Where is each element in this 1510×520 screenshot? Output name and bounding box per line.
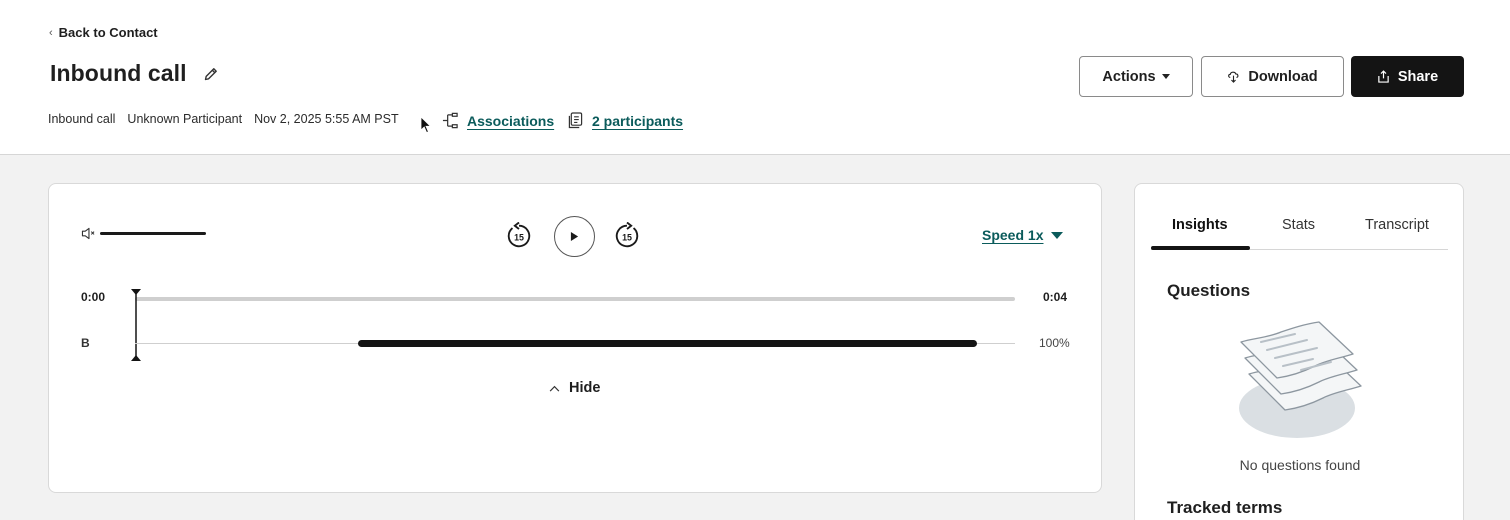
actions-label: Actions bbox=[1102, 68, 1156, 85]
rewind-seconds: 15 bbox=[514, 233, 524, 243]
participants-icon bbox=[568, 112, 583, 129]
associations-label: Associations bbox=[467, 112, 555, 129]
title-row: Inbound call bbox=[50, 60, 219, 87]
call-player: 15 15 Speed 1x 0:00 0:04 B 100% Hide bbox=[48, 183, 1102, 493]
share-button[interactable]: Share bbox=[1351, 56, 1464, 97]
participants-label: 2 participants bbox=[592, 112, 684, 129]
associations-link[interactable]: Associations bbox=[442, 112, 554, 129]
back-link-label: Back to Contact bbox=[58, 25, 158, 40]
time-end: 0:04 bbox=[1043, 290, 1068, 304]
share-icon bbox=[1378, 70, 1389, 83]
tab-transcript[interactable]: Transcript bbox=[1365, 217, 1429, 233]
speaker-label: B bbox=[81, 336, 90, 350]
chevron-up-icon bbox=[549, 385, 560, 392]
download-label: Download bbox=[1248, 68, 1318, 85]
back-to-contact-link[interactable]: ‹ Back to Contact bbox=[49, 25, 158, 40]
share-label: Share bbox=[1397, 68, 1439, 85]
call-datetime: Nov 2, 2025 5:55 AM PST bbox=[254, 112, 399, 126]
actions-button[interactable]: Actions bbox=[1079, 56, 1193, 97]
empty-state-text: No questions found bbox=[1239, 457, 1361, 473]
page-header: ‹ Back to Contact Inbound call Inbound c… bbox=[0, 0, 1510, 155]
progress-track[interactable] bbox=[135, 297, 1015, 301]
call-type: Inbound call bbox=[48, 112, 116, 126]
speed-dropdown[interactable]: Speed 1x bbox=[982, 227, 1064, 243]
tab-insights[interactable]: Insights bbox=[1172, 217, 1228, 233]
time-start: 0:00 bbox=[81, 290, 106, 304]
call-meta: Inbound call Unknown Participant Nov 2, … bbox=[48, 112, 411, 126]
insights-panel: Insights Stats Transcript Questions No q… bbox=[1134, 183, 1464, 520]
pencil-icon[interactable] bbox=[203, 66, 219, 82]
caret-down-icon bbox=[1161, 74, 1170, 79]
tab-stats[interactable]: Stats bbox=[1282, 217, 1315, 233]
rewind-15-icon[interactable]: 15 bbox=[505, 222, 533, 250]
speaker-volume-icon[interactable] bbox=[81, 227, 96, 240]
speaker-segment[interactable] bbox=[358, 340, 977, 347]
associations-icon bbox=[442, 112, 458, 129]
cloud-download-icon bbox=[1228, 71, 1239, 83]
speaker-percent: 100% bbox=[1039, 336, 1070, 350]
forward-seconds: 15 bbox=[622, 233, 632, 243]
caret-down-icon bbox=[1051, 231, 1064, 239]
chevron-left-icon: ‹ bbox=[49, 26, 53, 39]
hide-toggle[interactable]: Hide bbox=[549, 380, 600, 396]
page-title: Inbound call bbox=[50, 60, 187, 86]
forward-15-icon[interactable]: 15 bbox=[613, 222, 641, 250]
play-icon bbox=[570, 232, 579, 241]
playhead-handle[interactable] bbox=[129, 288, 143, 362]
hide-label: Hide bbox=[569, 380, 601, 396]
participants-link[interactable]: 2 participants bbox=[568, 112, 683, 129]
empty-documents-icon bbox=[1239, 321, 1362, 438]
mouse-cursor-icon bbox=[420, 116, 432, 134]
volume-slider[interactable] bbox=[100, 232, 206, 235]
download-button[interactable]: Download bbox=[1201, 56, 1344, 97]
play-button[interactable] bbox=[554, 216, 595, 257]
questions-heading: Questions bbox=[1167, 281, 1251, 300]
call-participant: Unknown Participant bbox=[127, 112, 243, 126]
active-tab-indicator bbox=[1151, 246, 1250, 250]
panel-tabs: Insights Stats Transcript bbox=[1151, 214, 1448, 250]
tracked-terms-heading: Tracked terms bbox=[1167, 498, 1283, 517]
speed-label: Speed 1x bbox=[982, 227, 1044, 243]
